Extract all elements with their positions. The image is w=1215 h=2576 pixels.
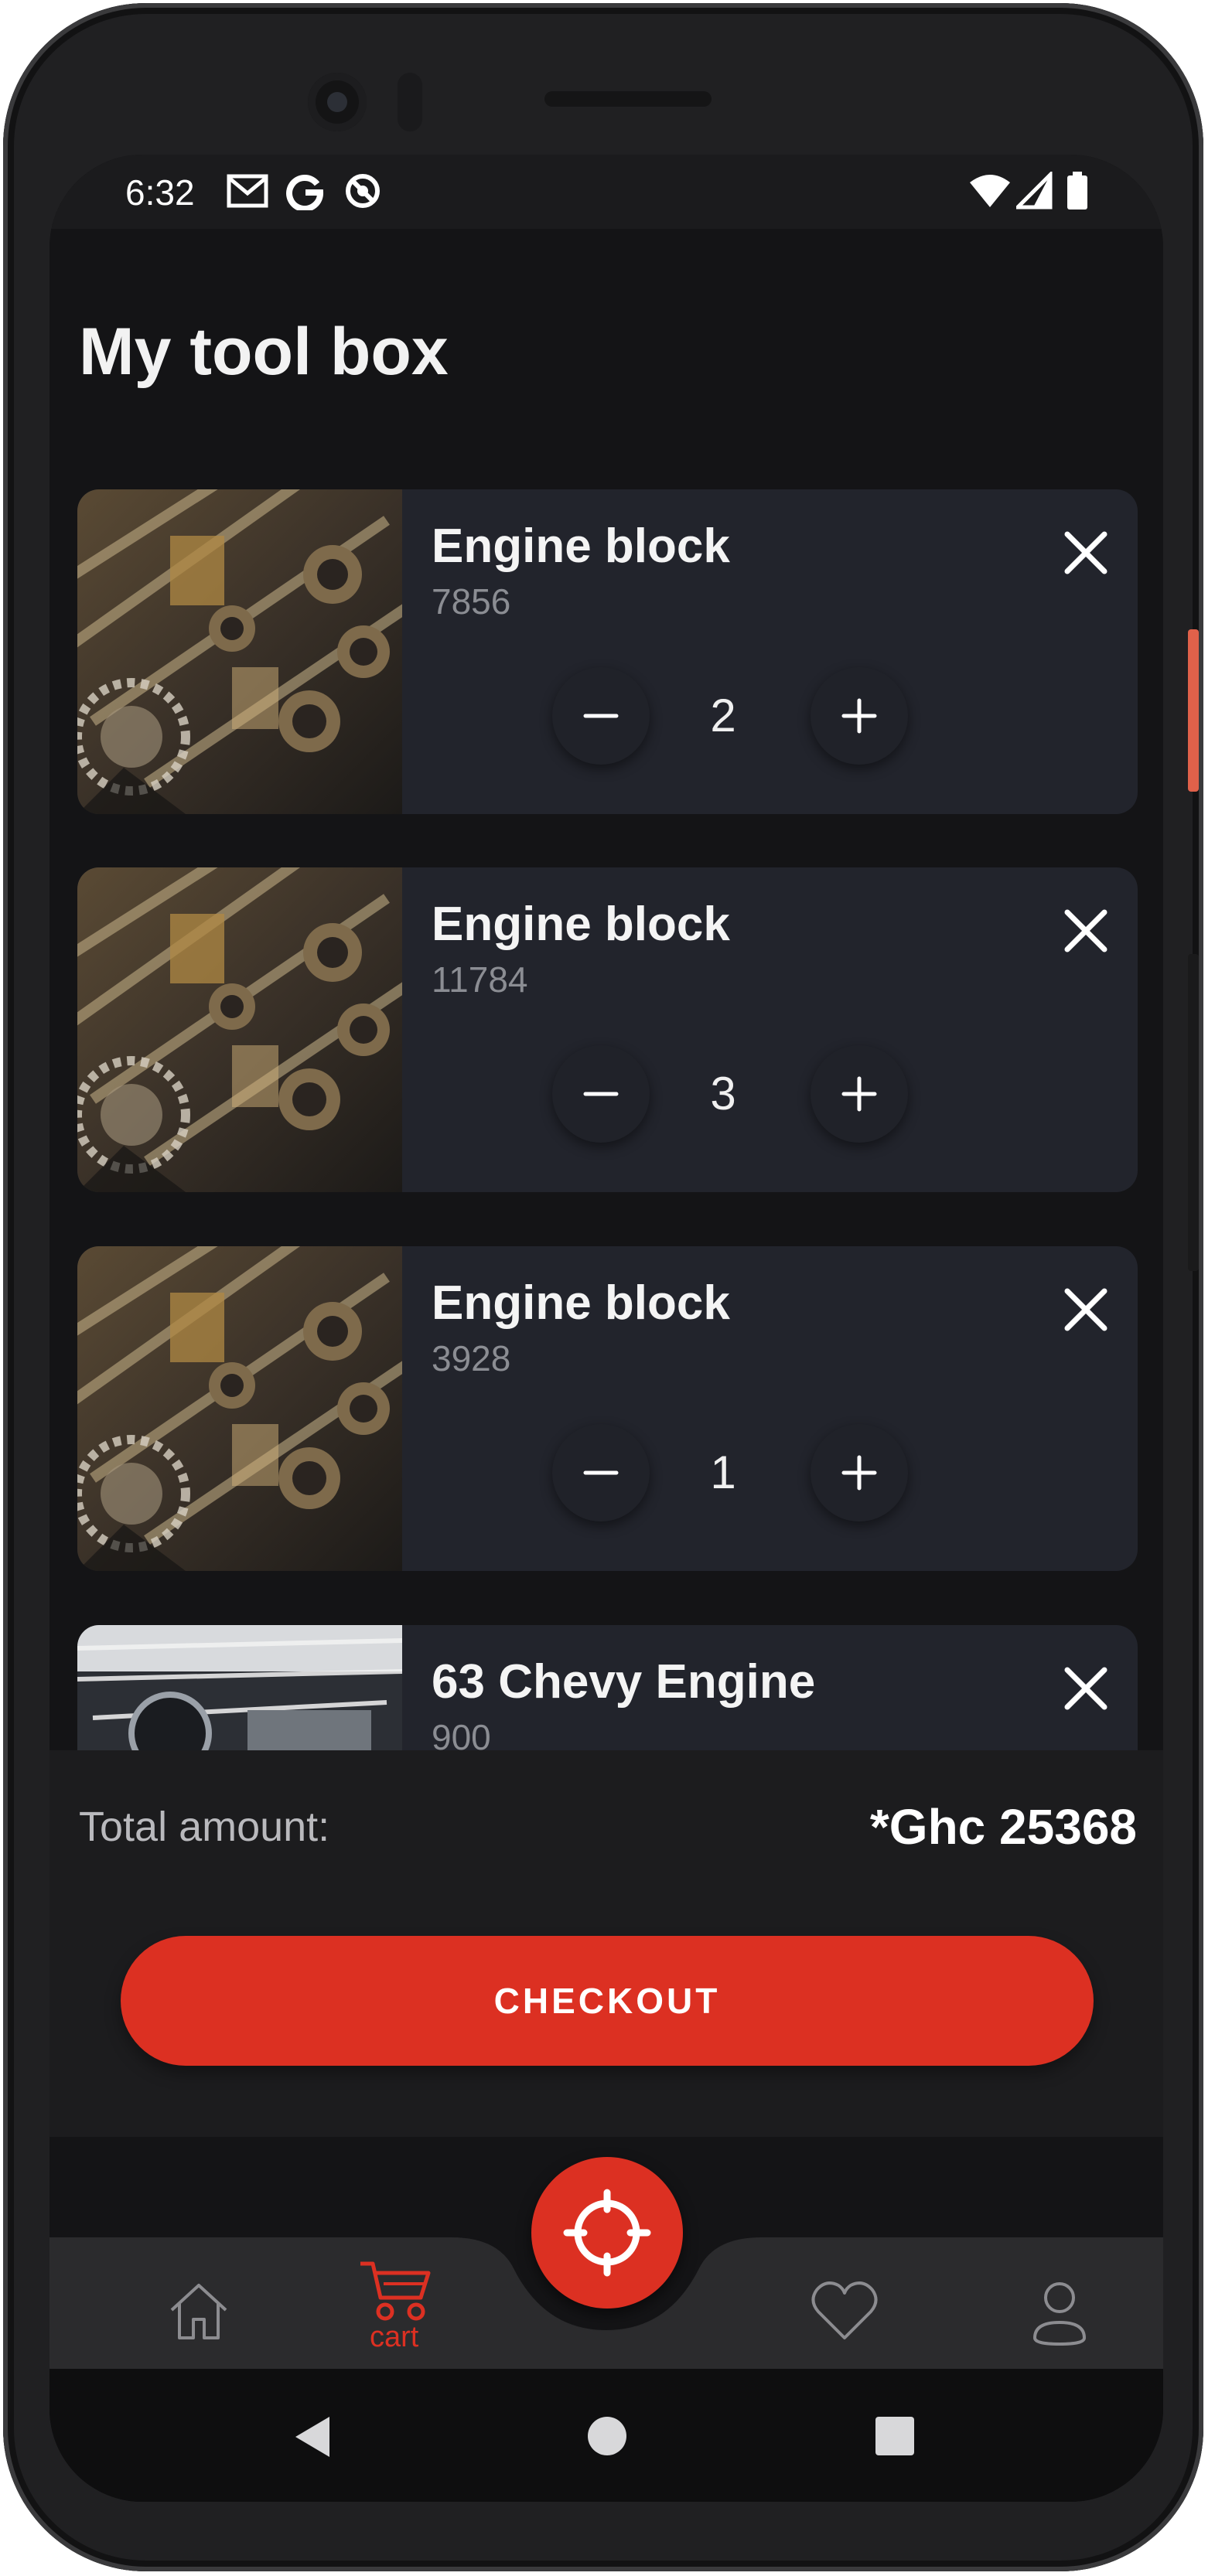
- cart-item-card: Engine block 11784 3: [77, 867, 1138, 1192]
- decrease-quantity-button[interactable]: [552, 667, 650, 765]
- quantity-value: 2: [710, 690, 736, 741]
- nav-profile[interactable]: [1029, 2273, 1090, 2347]
- item-name: Engine block: [432, 898, 730, 951]
- plus-icon: [841, 698, 877, 734]
- nav-home[interactable]: [164, 2276, 234, 2346]
- item-name: Engine block: [432, 1276, 730, 1330]
- wifi-icon: [970, 175, 1010, 207]
- decrease-quantity-button[interactable]: [552, 1045, 650, 1143]
- item-name: 63 Chevy Engine: [432, 1655, 816, 1709]
- minus-icon: [583, 714, 619, 718]
- item-price: 900: [432, 1717, 491, 1750]
- decrease-quantity-button[interactable]: [552, 1424, 650, 1521]
- earpiece-speaker: [544, 91, 712, 107]
- minus-icon: [583, 1092, 619, 1096]
- app-screen: 6:32 My tool box Engine block 7856 2 Eng…: [49, 155, 1163, 2502]
- item-name: Engine block: [432, 520, 730, 573]
- front-camera: [308, 73, 367, 131]
- close-icon[interactable]: [1056, 1280, 1115, 1339]
- cart-item-card: Engine block 3928 1: [77, 1246, 1138, 1571]
- total-value: *Ghc 25368: [869, 1799, 1137, 1855]
- increase-quantity-button[interactable]: [811, 1424, 908, 1521]
- nav-cart-label: cart: [370, 2321, 419, 2353]
- plus-icon: [841, 1076, 877, 1112]
- location-off-icon: [346, 174, 380, 208]
- navigation-area: cart: [49, 2137, 1163, 2502]
- engine-photo: [77, 1246, 402, 1571]
- checkout-button[interactable]: CHECKOUT: [121, 1936, 1094, 2066]
- phone-frame: 6:32 My tool box Engine block 7856 2 Eng…: [3, 3, 1203, 2571]
- chevy-engine-photo: [77, 1625, 402, 1750]
- plus-icon: [841, 1455, 877, 1491]
- recents-icon[interactable]: [874, 2415, 916, 2457]
- close-icon[interactable]: [1056, 1659, 1115, 1718]
- engine-photo: [77, 867, 402, 1192]
- power-button: [1188, 629, 1199, 792]
- close-icon[interactable]: [1056, 523, 1115, 582]
- battery-icon: [1067, 172, 1087, 210]
- cart-item-card: Engine block 7856 2: [77, 489, 1138, 814]
- status-time: 6:32: [125, 172, 195, 213]
- item-price: 7856: [432, 581, 511, 622]
- order-summary: Total amount: *Ghc 25368 CHECKOUT: [49, 1750, 1163, 2137]
- home-circle-icon[interactable]: [586, 2415, 628, 2457]
- engine-photo: [77, 489, 402, 814]
- heart-icon: [811, 2281, 878, 2339]
- increase-quantity-button[interactable]: [811, 667, 908, 765]
- proximity-sensor: [398, 73, 422, 131]
- page-title: My tool box: [79, 315, 449, 389]
- increase-quantity-button[interactable]: [811, 1045, 908, 1143]
- system-navigation-bar: [49, 2369, 1163, 2502]
- cart-content: My tool box Engine block 7856 2 Engine b…: [49, 229, 1163, 1750]
- locate-fab-button[interactable]: [531, 2157, 683, 2309]
- cart-item-card: 63 Chevy Engine 900: [77, 1625, 1138, 1750]
- nav-favorites[interactable]: [807, 2273, 882, 2347]
- crosshair-icon: [563, 2189, 651, 2277]
- quantity-value: 3: [710, 1068, 736, 1119]
- cart-icon: [360, 2261, 431, 2321]
- nav-cart[interactable]: cart: [356, 2257, 433, 2358]
- volume-button: [1188, 954, 1199, 1271]
- minus-icon: [583, 1470, 619, 1475]
- quantity-value: 1: [710, 1446, 736, 1498]
- total-label: Total amount:: [79, 1804, 330, 1850]
- google-icon: [286, 175, 324, 210]
- home-icon: [170, 2284, 227, 2339]
- close-icon[interactable]: [1056, 901, 1115, 960]
- status-bar: 6:32: [49, 155, 1163, 229]
- gmail-icon: [227, 174, 268, 208]
- item-price: 3928: [432, 1338, 511, 1378]
- item-price: 11784: [432, 959, 528, 1000]
- back-icon[interactable]: [291, 2414, 334, 2460]
- user-icon: [1032, 2282, 1087, 2346]
- cell-signal-icon: [1016, 172, 1053, 210]
